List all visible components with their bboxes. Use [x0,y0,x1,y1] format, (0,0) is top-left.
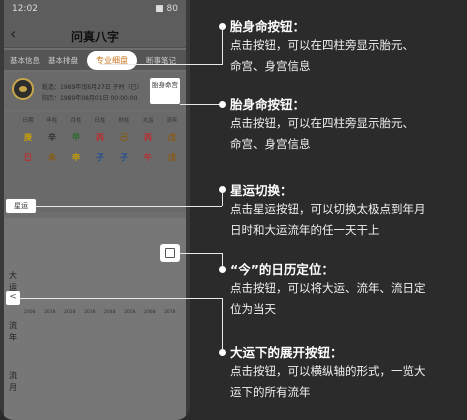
battery-icon: ■ 80 [155,4,178,14]
profile-lunar-date: 乾造：1989年闰6月27日 子时（巳） [42,84,143,91]
year-label[interactable]: 2048 [104,310,115,315]
zhi-cell: 戌 [168,153,176,162]
zhi-cell: 午 [144,153,152,162]
grid-zhi-row: 巳未申子子午戌 [4,152,186,166]
year-label[interactable]: 2008 [24,310,35,315]
year-label[interactable]: 2078 [164,310,175,315]
annotation-desc: 运下的所有流年 [230,385,311,399]
year-label[interactable]: 2028 [64,310,75,315]
annotation-desc: 点击按钮，可以在四柱旁显示胎元、 [230,116,414,130]
today-button[interactable] [160,244,180,262]
annotation-taiming-1: 胎身命按钮： 点击按钮，可以在四柱旁显示胎元、 命宫、身宫信息 [230,18,462,77]
side-label-liu2: 流 [9,371,17,380]
connector-3v [222,190,223,206]
profile-solar-date: 阳历：1989年08月01日 00:00:00 [42,95,138,102]
connector-1 [100,64,222,65]
connector-4 [180,253,222,254]
connector-2 [180,104,222,105]
annotation-expand: 大运下的展开按钮： 点击按钮，可以横纵轴的形式，一览大 运下的所有流年 [230,344,462,403]
bullet-2 [219,101,226,108]
screenshot-root: 12:02 ■ 80 ‹ 问真八字 基本信息 基本排盘 专业细盘 断事笔记 乾造… [0,0,467,420]
zhi-cell: 未 [48,153,56,162]
status-bar: 12:02 ■ 80 [4,0,186,22]
zhi-cell: 子 [96,153,104,162]
annotation-title: “今”的日历定位： [230,262,334,277]
annotation-title: 胎身命按钮： [230,19,306,34]
annotation-desc: 日时和大运流年的任一天干上 [230,223,380,237]
tab-pro-chart[interactable]: 专业细盘 [88,52,136,69]
year-label[interactable]: 2018 [44,310,55,315]
connector-3 [36,206,222,207]
xingyun-button[interactable]: 星运 [6,199,36,213]
annotation-xingyun: 星运切换： 点击星运按钮，可以切换太极点到年月 日时和大运流年的任一天干上 [230,182,462,241]
annotation-today: “今”的日历定位： 点击按钮，可以将大运、流年、流日定 位为当天 [230,261,462,320]
zhi-cell: 子 [120,153,128,162]
annotation-title: 大运下的展开按钮： [230,345,343,360]
annotation-desc: 点击按钮，可以横纵轴的形式，一览大 [230,364,426,378]
grid-header-cell: 月柱 [70,118,82,124]
grid-header-cell: 时柱 [118,118,130,124]
side-label-da: 大 [9,271,17,280]
zhi-cell: 申 [72,153,80,162]
annotation-desc: 命宫、身宫信息 [230,59,311,73]
year-label[interactable]: 2058 [124,310,135,315]
connector-5v [222,298,223,350]
gan-cell: 丙 [96,133,104,142]
side-label-yue: 月 [9,383,17,392]
annotation-desc: 点击按钮，可以将大运、流年、流日定 [230,281,426,295]
grid-header-cell: 年柱 [46,118,58,124]
annotation-taiming-2: 胎身命按钮： 点击按钮，可以在四柱旁显示胎元、 命宫、身宫信息 [230,96,462,155]
tab-bar: 基本信息 基本排盘 专业细盘 断事笔记 [4,50,186,70]
bullet-4 [219,266,226,273]
side-label-liu: 流 [9,321,17,330]
annotation-desc: 点击按钮，可以在四柱旁显示胎元、 [230,38,414,52]
nav-bar: ‹ 问真八字 [4,22,186,48]
grid-header-row: 日期 年柱 月柱 日柱 时柱 大运 流年 [4,116,186,130]
grid-header-cell: 流年 [166,118,178,124]
profile-card: 乾造：1989年闰6月27日 子时（巳） 阳历：1989年08月01日 00:0… [4,72,186,110]
grid-header-cell: 大运 [142,118,154,124]
connector-5 [20,298,222,299]
connector-4v [222,253,223,267]
expand-button[interactable]: < [6,291,20,305]
grid-gan-row: 庚辛甲丙己丙戊 [4,132,186,146]
annotation-title: 星运切换： [230,183,293,198]
annotation-title: 胎身命按钮： [230,97,306,112]
tab-basic-chart[interactable]: 基本排盘 [48,55,78,66]
year-label[interactable]: 2038 [84,310,95,315]
year-label[interactable]: 2068 [144,310,155,315]
gan-cell: 戊 [168,133,176,142]
gan-cell: 甲 [72,133,80,142]
annotation-desc: 命宫、身宫信息 [230,137,311,151]
taiming-button[interactable]: 胎身命宫 [150,78,180,104]
side-label-nian: 年 [9,333,17,342]
gan-cell: 庚 [24,133,32,142]
bazi-grid: 日期 年柱 月柱 日柱 时柱 大运 流年 庚 辛 甲 丙 己 丙 戊 巳 未 申 子 子 午 戌 [4,112,186,212]
gan-cell: 丙 [144,133,152,142]
bullet-5 [219,349,226,356]
avatar [12,78,34,100]
grid-shishen-row [4,174,186,188]
status-time: 12:02 [12,4,38,14]
annotation-desc: 位为当天 [230,302,276,316]
annotation-desc: 点击星运按钮，可以切换太极点到年月 [230,202,426,216]
connector-1v [222,27,223,65]
tab-basic-info[interactable]: 基本信息 [10,55,40,66]
calendar-icon [165,248,175,258]
zhi-cell: 巳 [24,153,32,162]
gan-cell: 辛 [48,133,56,142]
gan-cell: 己 [120,133,128,142]
grid-header-cell: 日柱 [94,118,106,124]
dayun-section: 大 运 流 年 流 月 2008 2018 2028 2038 2048 2058 2068… [4,218,186,420]
grid-header-cell: 日期 [22,118,34,124]
page-title: 问真八字 [70,30,119,44]
